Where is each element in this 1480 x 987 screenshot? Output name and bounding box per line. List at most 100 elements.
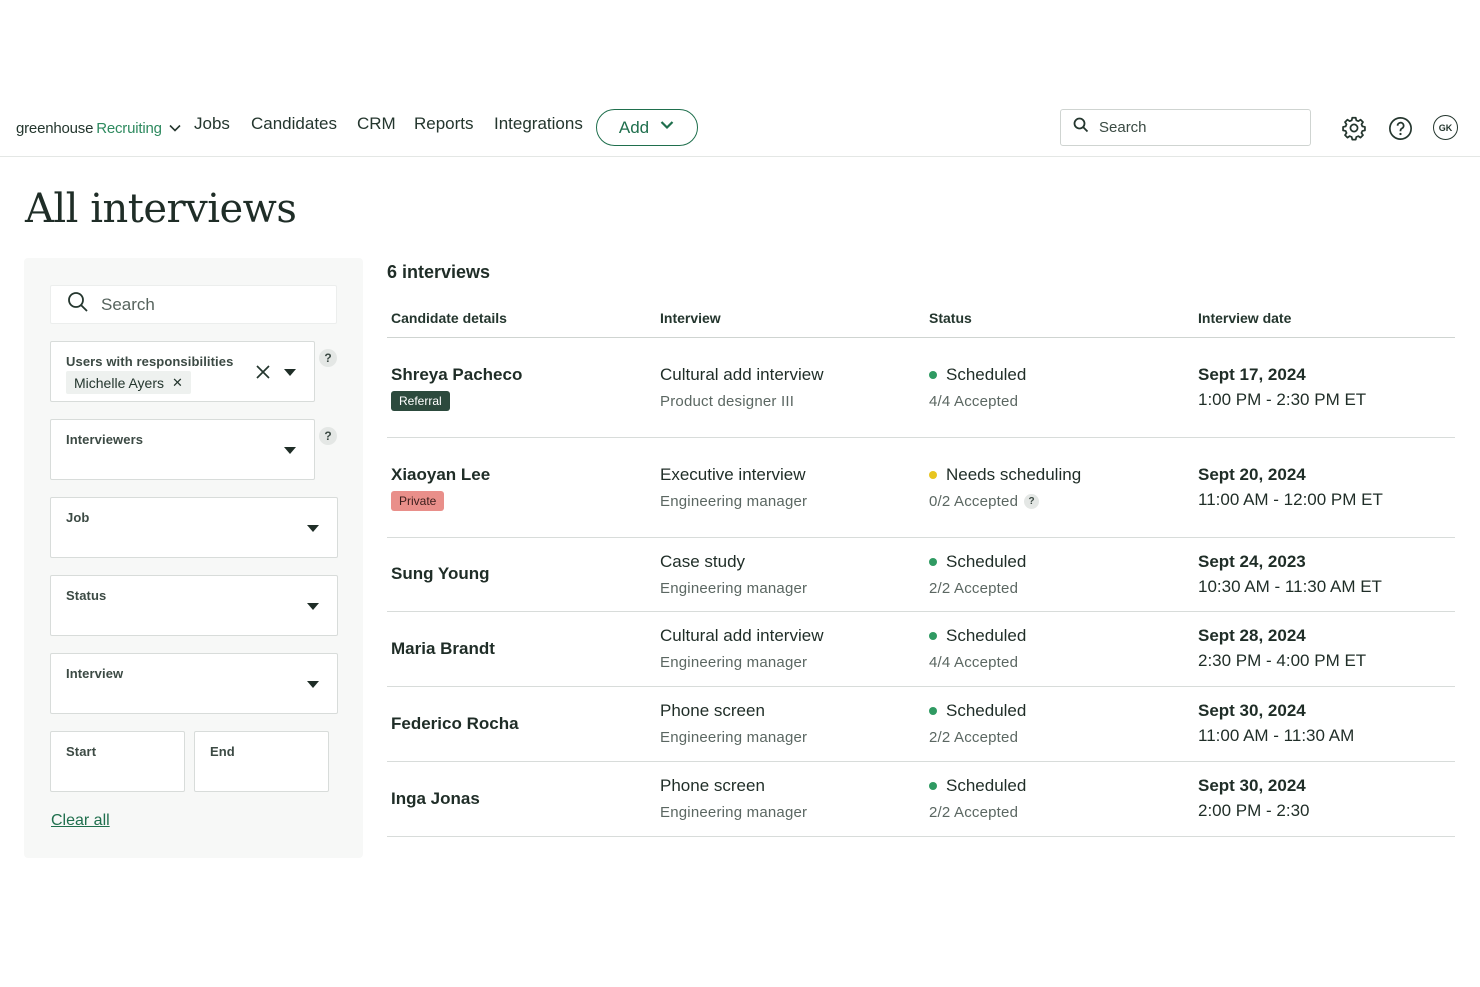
clear-selection-icon[interactable] [255,364,271,385]
status-dot-icon [929,782,937,790]
status-cell: Needs scheduling 0/2 Accepted ? [929,465,1081,510]
job-role: Engineering manager [660,804,808,821]
interview-time: 1:00 PM - 2:30 PM ET [1198,390,1367,409]
accepted-count: 2/2 Accepted [929,804,1019,821]
candidate-name[interactable]: Xiaoyan Lee [391,465,490,485]
job-select[interactable]: Job [50,497,338,558]
start-date-field[interactable]: Start [50,731,185,792]
date-cell: Sept 20, 2024 11:00 AM - 12:00 PM ET [1198,465,1383,510]
date-cell: Sept 28, 2024 2:30 PM - 4:00 PM ET [1198,626,1366,671]
job-role: Engineering manager [660,654,808,671]
interview-time: 11:00 AM - 11:30 AM [1198,726,1355,745]
header-candidate-details[interactable]: Candidate details [391,310,507,326]
interview-name[interactable]: Case study [660,552,807,572]
users-responsibilities-select[interactable]: Users with responsibilities Michelle Aye… [50,341,315,402]
interview-time: 2:00 PM - 2:30 [1198,801,1310,820]
interview-select[interactable]: Interview [50,653,338,714]
caret-down-icon [284,369,296,376]
interviewers-select[interactable]: Interviewers [50,419,315,480]
nav-candidates[interactable]: Candidates [251,114,337,134]
interview-name[interactable]: Cultural add interview [660,626,823,646]
help-icon[interactable]: ? [319,427,337,445]
interview-date: Sept 30, 2024 [1198,776,1306,795]
gear-icon[interactable] [1341,115,1367,141]
candidate-name[interactable]: Shreya Pacheco [391,365,522,385]
help-icon[interactable]: ? [319,349,337,367]
candidate-name[interactable]: Inga Jonas [391,789,480,809]
end-date-field[interactable]: End [194,731,329,792]
interview-cell: Phone screen Engineering manager [660,776,807,821]
global-search[interactable] [1060,109,1311,146]
interview-date: Sept 17, 2024 [1198,365,1306,384]
user-avatar[interactable]: GK [1433,115,1458,140]
table-row[interactable]: Maria Brandt Cultural add interview Engi… [387,612,1455,687]
status-cell: Scheduled 4/4 Accepted [929,365,1026,410]
nav-integrations[interactable]: Integrations [494,114,583,134]
nav-jobs[interactable]: Jobs [194,114,230,134]
header-interview-date[interactable]: Interview date [1198,310,1291,326]
interview-time: 11:00 AM - 12:00 PM ET [1198,490,1383,509]
search-icon [67,291,89,318]
filter-search[interactable] [50,285,337,324]
status-text: Scheduled [946,365,1027,384]
interview-date: Sept 30, 2024 [1198,701,1306,720]
candidate-name[interactable]: Maria Brandt [391,639,495,659]
job-role: Product designer III [660,393,795,410]
job-label: Job [66,510,90,525]
header-interview[interactable]: Interview [660,310,721,326]
interviewers-label: Interviewers [66,432,144,447]
page: greenhouse Recruiting Jobs Candidates CR… [0,0,1480,987]
help-icon[interactable]: ? [1024,494,1040,509]
status-dot-icon [929,471,937,479]
clear-all-link[interactable]: Clear all [51,812,110,830]
nav-reports[interactable]: Reports [414,114,474,134]
brand-menu[interactable]: greenhouse Recruiting [16,117,182,139]
interview-time: 2:30 PM - 4:00 PM ET [1198,651,1367,670]
selected-user-name: Michelle Ayers [74,374,165,391]
status-text: Scheduled [946,552,1027,571]
interview-name[interactable]: Executive interview [660,465,807,485]
accepted-count: 0/2 Accepted [929,493,1019,510]
candidate-cell: Federico Rocha [391,714,519,734]
table-row[interactable]: Sung Young Case study Engineering manage… [387,538,1455,612]
table-row[interactable]: Federico Rocha Phone screen Engineering … [387,687,1455,762]
status-text: Scheduled [946,701,1027,720]
status-cell: Scheduled 4/4 Accepted [929,626,1026,671]
caret-down-icon [307,603,319,610]
global-search-input[interactable] [1099,119,1289,136]
interview-name[interactable]: Phone screen [660,776,807,796]
add-button[interactable]: Add [596,109,698,146]
chevron-down-icon [659,117,675,138]
filter-search-input[interactable] [101,294,321,315]
candidate-name[interactable]: Sung Young [391,564,490,584]
job-role: Engineering manager [660,729,808,746]
date-cell: Sept 30, 2024 2:00 PM - 2:30 [1198,776,1310,821]
brand-product: Recruiting [96,119,162,137]
table-row[interactable]: Inga Jonas Phone screen Engineering mana… [387,762,1455,837]
interview-count: 6 interviews [387,262,491,282]
candidate-name[interactable]: Federico Rocha [391,714,519,734]
remove-chip-icon[interactable]: ✕ [172,376,183,389]
candidate-cell: Xiaoyan Lee Private [391,465,490,511]
interview-name[interactable]: Cultural add interview [660,365,823,385]
interview-name[interactable]: Phone screen [660,701,807,721]
nav-crm[interactable]: CRM [357,114,396,134]
candidate-cell: Inga Jonas [391,789,480,809]
brand-name: greenhouse [16,119,94,137]
caret-down-icon [307,525,319,532]
status-select[interactable]: Status [50,575,338,636]
status-text: Scheduled [946,776,1027,795]
status-text: Needs scheduling [946,465,1082,484]
interview-cell: Executive interview Engineering manager [660,465,807,510]
interview-cell: Cultural add interview Engineering manag… [660,626,823,671]
candidate-cell: Shreya Pacheco Referral [391,365,522,411]
status-dot-icon [929,707,937,715]
table-row[interactable]: Shreya Pacheco Referral Cultural add int… [387,338,1455,438]
avatar-initials: GK [1438,122,1453,133]
interview-cell: Case study Engineering manager [660,552,807,597]
help-icon[interactable] [1387,115,1413,141]
interview-date: Sept 24, 2023 [1198,552,1306,571]
header-status[interactable]: Status [929,310,972,326]
table-row[interactable]: Xiaoyan Lee Private Executive interview … [387,438,1455,538]
accepted-count: 2/2 Accepted [929,729,1019,746]
